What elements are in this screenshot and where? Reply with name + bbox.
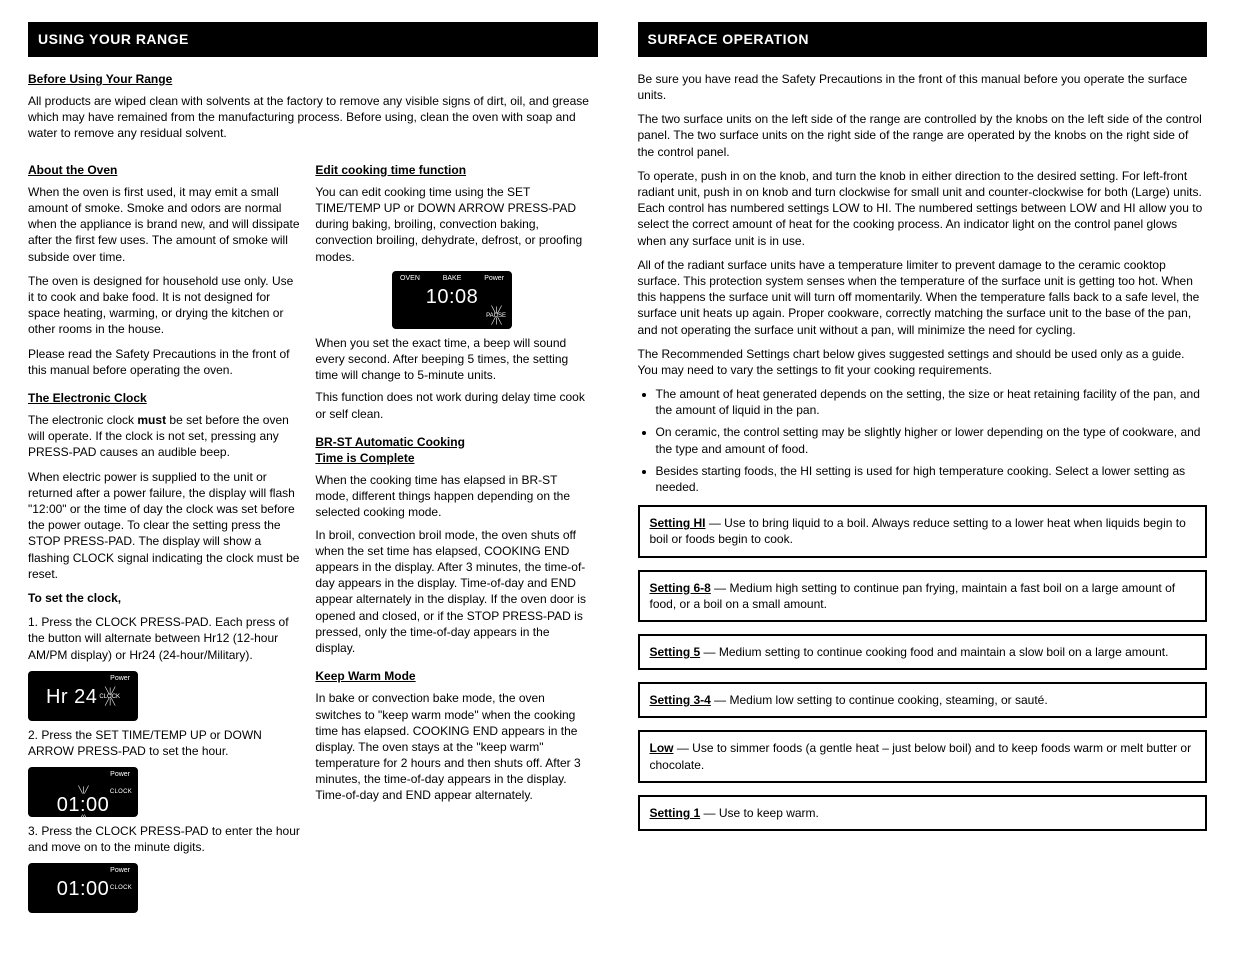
left-column: USING YOUR RANGE Before Using Your Range… xyxy=(28,22,598,919)
left-header: USING YOUR RANGE xyxy=(28,22,598,57)
box-hi: Setting HI — Use to bring liquid to a bo… xyxy=(638,505,1208,557)
clock-p2: When electric power is supplied to the u… xyxy=(28,469,301,582)
bullet-1: The amount of heat generated depends on … xyxy=(656,386,1208,418)
lcd-display-4: OVEN BAKE Power 10:08 ╲ | ╱PAUSE╱ | ╲ xyxy=(392,271,512,329)
sec2-p1: When the oven is first used, it may emit… xyxy=(28,184,301,265)
right-p1: Be sure you have read the Safety Precaut… xyxy=(638,71,1208,103)
right-p2: The two surface units on the left side o… xyxy=(638,111,1208,160)
sec2-title: About the Oven xyxy=(28,162,301,178)
lcd-display-2: Power ╲ | ╱ 01:00 ╱ | ╲ CLOCK xyxy=(28,767,138,817)
box-5: Setting 5 — Medium setting to continue c… xyxy=(638,634,1208,670)
sec2-p2: The oven is designed for household use o… xyxy=(28,273,301,338)
page-columns: USING YOUR RANGE Before Using Your Range… xyxy=(28,22,1207,919)
clock-title: The Electronic Clock xyxy=(28,390,301,406)
lcd-display-1: Power Hr 24 ╲ | ╱CLOCK╱ | ╲ xyxy=(28,671,138,721)
edit-title: Edit cooking time function xyxy=(315,162,588,178)
bullet-3: Besides starting foods, the HI setting i… xyxy=(656,463,1208,495)
edit-p2: When you set the exact time, a beep will… xyxy=(315,335,588,384)
right-header: SURFACE OPERATION xyxy=(638,22,1208,57)
right-column: SURFACE OPERATION Be sure you have read … xyxy=(638,22,1208,919)
rec-p: The Recommended Settings chart below giv… xyxy=(638,346,1208,378)
bullets-list: The amount of heat generated depends on … xyxy=(638,386,1208,495)
bullet-2: On ceramic, the control setting may be s… xyxy=(656,424,1208,456)
box-low: Low — Use to simmer foods (a gentle heat… xyxy=(638,730,1208,782)
brst-p2: In broil, convection broil mode, the ove… xyxy=(315,527,588,657)
box-6-8: Setting 6-8 — Medium high setting to con… xyxy=(638,570,1208,622)
step1-text: 1. Press the CLOCK PRESS-PAD. Each press… xyxy=(28,614,301,663)
box-3-4: Setting 3-4 — Medium low setting to cont… xyxy=(638,682,1208,718)
clock-p1: The electronic clock must be set before … xyxy=(28,412,301,461)
steps-intro: To set the clock, xyxy=(28,590,301,606)
brst-title: BR-ST Automatic Cooking xyxy=(315,434,588,450)
sec1-title: Before Using Your Range xyxy=(28,71,598,87)
right-p3: To operate, push in on the knob, and tur… xyxy=(638,168,1208,249)
sec2-p3: Please read the Safety Precautions in th… xyxy=(28,346,301,378)
sec1-body: All products are wiped clean with solven… xyxy=(28,93,598,142)
edit-p3: This function does not work during delay… xyxy=(315,389,588,421)
edit-p1: You can edit cooking time using the SET … xyxy=(315,184,588,265)
box-1: Setting 1 — Use to keep warm. xyxy=(638,795,1208,831)
brst-sub: Time is Complete xyxy=(315,450,588,466)
keep-title: Keep Warm Mode xyxy=(315,668,588,684)
keep-p: In bake or convection bake mode, the ove… xyxy=(315,690,588,803)
step3-text: 3. Press the CLOCK PRESS-PAD to enter th… xyxy=(28,823,301,855)
step2-text: 2. Press the SET TIME/TEMP UP or DOWN AR… xyxy=(28,727,301,759)
brst-p1: When the cooking time has elapsed in BR-… xyxy=(315,472,588,521)
lcd-display-3: Power 01:00 CLOCK xyxy=(28,863,138,913)
right-p4: All of the radiant surface units have a … xyxy=(638,257,1208,338)
